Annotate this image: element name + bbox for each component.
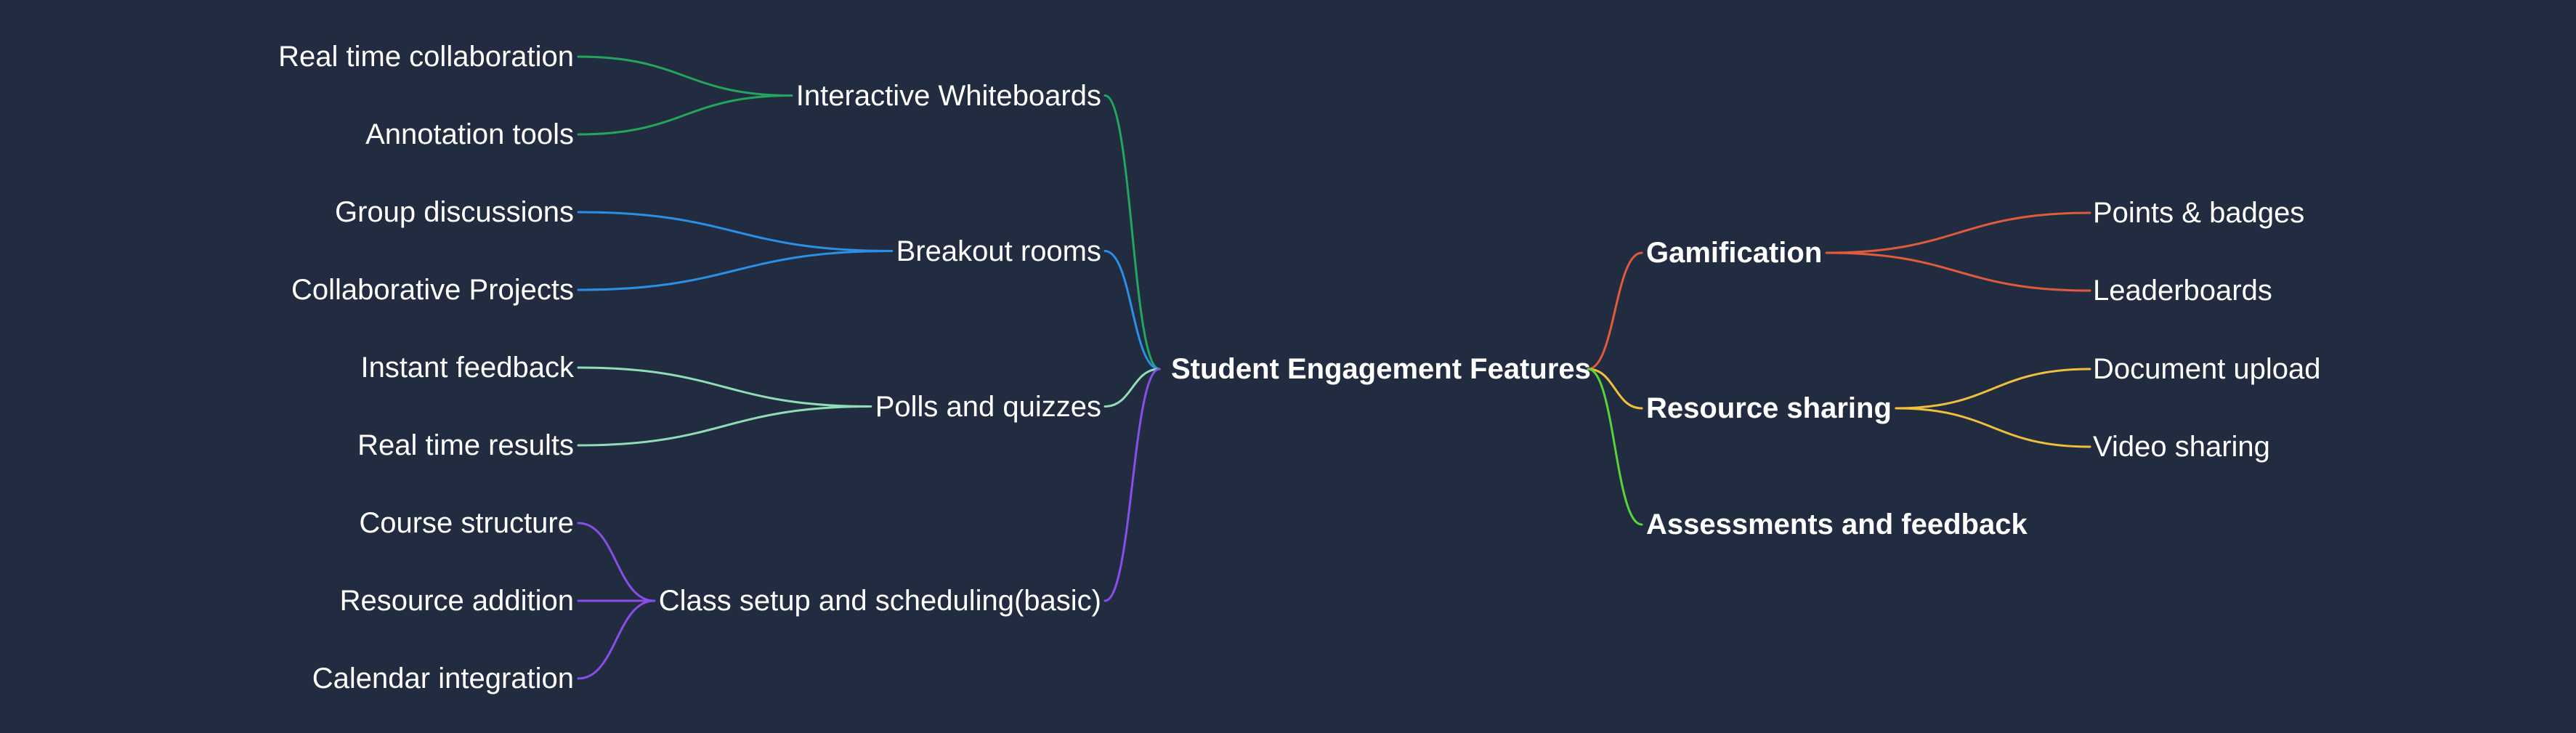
leaf-node: Instant feedback [360,352,574,384]
branch-node: Interactive Whiteboards [795,79,1101,112]
leaf-node: Real time collaboration [278,41,574,73]
branch-node: Gamification [1646,237,1823,269]
leaf-node: Real time results [357,429,574,461]
connector-branch-leaf-r-0-1 [1825,251,2091,292]
connector-branch-leaf-0-0 [577,55,793,97]
connector-root-left-1 [1103,250,1161,370]
branch-node: Assessments and feedback [1646,509,2028,540]
branch-node: Breakout rooms [896,235,1101,267]
branch-node: Polls and quizzes [875,390,1101,423]
connector-branch-leaf-r-0-0 [1825,211,2091,254]
leaf-node: Document upload [2093,353,2321,385]
leaf-node: Resource addition [339,585,574,617]
connector-branch-leaf-3-0 [577,522,656,602]
leaf-node: Course structure [359,507,574,539]
branch-node: Class setup and scheduling(basic) [658,585,1101,617]
connector-root-left-3 [1103,368,1161,602]
connector-root-left-0 [1103,94,1161,370]
connector-branch-leaf-3-2 [577,599,656,680]
connector-branch-leaf-1-0 [577,211,894,252]
root-node: Student Engagement Features [1171,353,1591,385]
connector-root-right-0 [1587,251,1643,370]
connector-branch-leaf-0-1 [577,94,793,136]
leaf-node: Group discussions [334,196,574,228]
leaf-node: Video sharing [2093,431,2270,463]
leaf-node: Collaborative Projects [291,274,574,306]
leaf-node: Leaderboards [2093,275,2272,307]
leaf-node: Points & badges [2093,197,2305,229]
connector-branch-leaf-1-1 [577,250,894,291]
connector-branch-leaf-r-1-0 [1895,368,2091,410]
connector-root-left-2 [1103,368,1161,408]
connector-branch-leaf-2-1 [577,405,872,447]
connector-branch-leaf-r-1-1 [1895,407,2091,448]
leaf-node: Annotation tools [365,118,574,150]
connector-branch-leaf-2-0 [577,366,872,408]
branch-node: Resource sharing [1646,392,1892,424]
leaf-node: Calendar integration [312,663,574,694]
connector-root-right-2 [1587,368,1643,526]
